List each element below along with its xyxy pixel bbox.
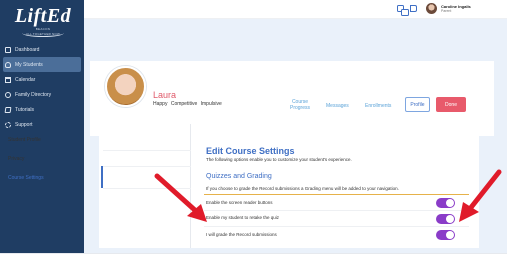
section-title: Quizzes and Grading	[206, 173, 272, 180]
sidebar-item-tutorials[interactable]: Tutorials	[0, 102, 84, 117]
tutorials-icon	[4, 106, 12, 113]
sidebar-item-calendar[interactable]: Calendar	[0, 72, 84, 87]
annotation-arrow-right	[459, 169, 502, 222]
annotation-arrow-left	[154, 173, 207, 222]
option-label-screen-reader: Enable the screen reader buttons	[206, 200, 273, 205]
option-label-grade-record: I will grade the Record submissions	[206, 232, 277, 237]
sidebar-nav: Dashboard My Students Calendar Family Di…	[0, 42, 84, 132]
done-button[interactable]: Done	[436, 97, 466, 112]
logo-text: LiftEd	[14, 5, 72, 27]
student-traits: Happy Competitive Impulsive	[153, 101, 222, 107]
profile-button[interactable]: Profile	[405, 97, 430, 112]
toggle-retake-quiz[interactable]	[436, 214, 455, 224]
user-role: Parent	[441, 9, 452, 13]
sidebar-item-label: Calendar	[15, 76, 36, 83]
tab-course-progress[interactable]: Course Progress	[286, 99, 314, 111]
tab-enrollments[interactable]: Enrollments	[365, 103, 391, 109]
section-description: If you choose to grade the Record submis…	[206, 186, 399, 191]
sidebar-item-my-students[interactable]: My Students	[3, 57, 81, 72]
page-title: Edit Course Settings	[206, 146, 295, 156]
students-icon	[5, 61, 11, 68]
family-icon	[5, 91, 11, 98]
support-icon	[5, 121, 11, 128]
toggle-screen-reader[interactable]	[436, 198, 455, 208]
tab-student-profile[interactable]: Student Profile	[8, 137, 41, 143]
page-description: The following options enable you to cust…	[206, 157, 352, 162]
chat-icon[interactable]	[397, 5, 409, 16]
book-icon[interactable]	[410, 5, 417, 12]
sidebar-item-support[interactable]: Support	[0, 117, 84, 132]
sidebar-item-label: Dashboard	[15, 46, 40, 53]
lifted-logo[interactable]: LiftEd BEACON ALL TOGETHER NOW	[8, 6, 78, 44]
student-avatar	[105, 66, 146, 107]
divider	[204, 210, 469, 211]
avatar[interactable]	[426, 3, 437, 14]
sidebar-item-label: Tutorials	[15, 106, 34, 113]
divider	[103, 150, 191, 151]
sidebar-item-dashboard[interactable]: Dashboard	[0, 42, 84, 57]
dashboard-icon	[5, 46, 11, 53]
toggle-grade-record[interactable]	[436, 230, 455, 240]
top-bar: Caroline Ingalls Parent	[84, 0, 507, 19]
active-tab-indicator	[101, 166, 103, 188]
section-divider	[204, 194, 469, 195]
divider	[204, 226, 469, 227]
divider	[103, 166, 191, 167]
page-bottom-edge	[0, 253, 507, 259]
tab-messages[interactable]: Messages	[326, 103, 349, 109]
tab-privacy[interactable]: Privacy	[8, 156, 24, 162]
sidebar-item-label: Family Directory	[15, 91, 52, 98]
calendar-icon	[5, 76, 11, 83]
student-name: Laura	[153, 90, 177, 100]
sidebar-item-label: Support	[15, 121, 33, 128]
logo-swoosh	[22, 29, 64, 37]
tab-course-settings[interactable]: Course Settings	[8, 175, 44, 181]
sidebar-item-family-directory[interactable]: Family Directory	[0, 87, 84, 102]
option-label-retake-quiz: Enable my student to retake the quiz	[206, 215, 280, 220]
sidebar-item-label: My Students	[15, 61, 43, 68]
sidebar: LiftEd BEACON ALL TOGETHER NOW Dashboard…	[0, 0, 84, 253]
